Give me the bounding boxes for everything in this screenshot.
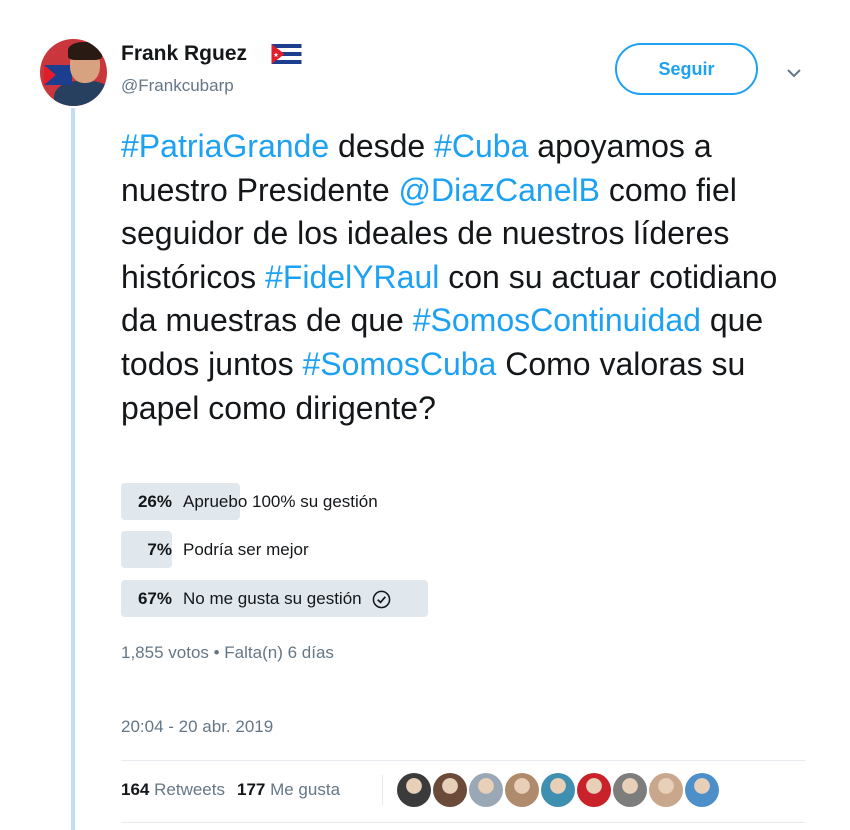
poll-option: 67% No me gusta su gestión [121,580,591,617]
liker-avatar[interactable] [577,773,611,807]
poll-percent: 7% [147,540,172,559]
poll-option-text: No me gusta su gestión [183,589,362,608]
poll-option: 26% Apruebo 100% su gestión [121,483,591,520]
poll-option-text: Apruebo 100% su gestión [183,492,378,511]
cuba-flag-icon [271,44,302,64]
author-avatar[interactable] [40,39,107,106]
poll-option-label: Apruebo 100% su gestión [183,492,378,512]
liker-avatar[interactable] [433,773,467,807]
liker-avatar[interactable] [649,773,683,807]
liker-avatar[interactable] [685,773,719,807]
follow-button[interactable]: Seguir [615,43,758,95]
likes-count: 177 [236,780,266,799]
hashtag-link[interactable]: #SomosContinuidad [413,302,701,338]
chevron-down-icon[interactable] [785,64,803,82]
hashtag-link[interactable]: #Cuba [434,128,528,164]
liker-avatar[interactable] [469,773,503,807]
liker-avatar[interactable] [541,773,575,807]
thread-line [71,108,75,830]
author-name[interactable]: Frank Rguez [121,42,247,66]
likes-stat[interactable]: 177 Me gusta [237,780,340,799]
poll-percent: 26% [137,492,172,511]
hashtag-link[interactable]: #FidelYRaul [265,259,439,295]
poll-option-text: Podría ser mejor [183,540,309,559]
tweet-text-segment: desde [329,128,435,164]
check-circle-icon [372,590,390,609]
poll-option-label: Podría ser mejor [183,540,309,560]
mention-link[interactable]: @DiazCanelB [399,172,600,208]
tweet-stats: 164 Retweets 177 Me gusta [121,780,340,800]
poll-percent: 67% [137,589,172,608]
stats-divider [382,775,383,805]
poll-meta: 1,855 votos • Falta(n) 6 días [121,643,334,662]
divider [121,760,805,761]
retweets-stat[interactable]: 164 Retweets [121,780,225,799]
tweet-timestamp[interactable]: 20:04 - 20 abr. 2019 [121,717,273,737]
liker-avatar[interactable] [613,773,647,807]
liker-avatar[interactable] [397,773,431,807]
likes-label: Me gusta [270,780,341,799]
hashtag-link[interactable]: #PatriaGrande [121,128,329,164]
liker-avatar[interactable] [505,773,539,807]
divider [121,822,805,823]
retweets-count: 164 [121,780,150,799]
tweet-text: #PatriaGrande desde #Cuba apoyamos a nue… [121,125,821,430]
author-handle[interactable]: @Frankcubarp [121,76,234,96]
retweets-label: Retweets [154,780,225,799]
hashtag-link[interactable]: #SomosCuba [302,346,496,382]
poll-option-label: No me gusta su gestión [183,589,391,609]
poll-option: 7% Podría ser mejor [121,531,591,568]
